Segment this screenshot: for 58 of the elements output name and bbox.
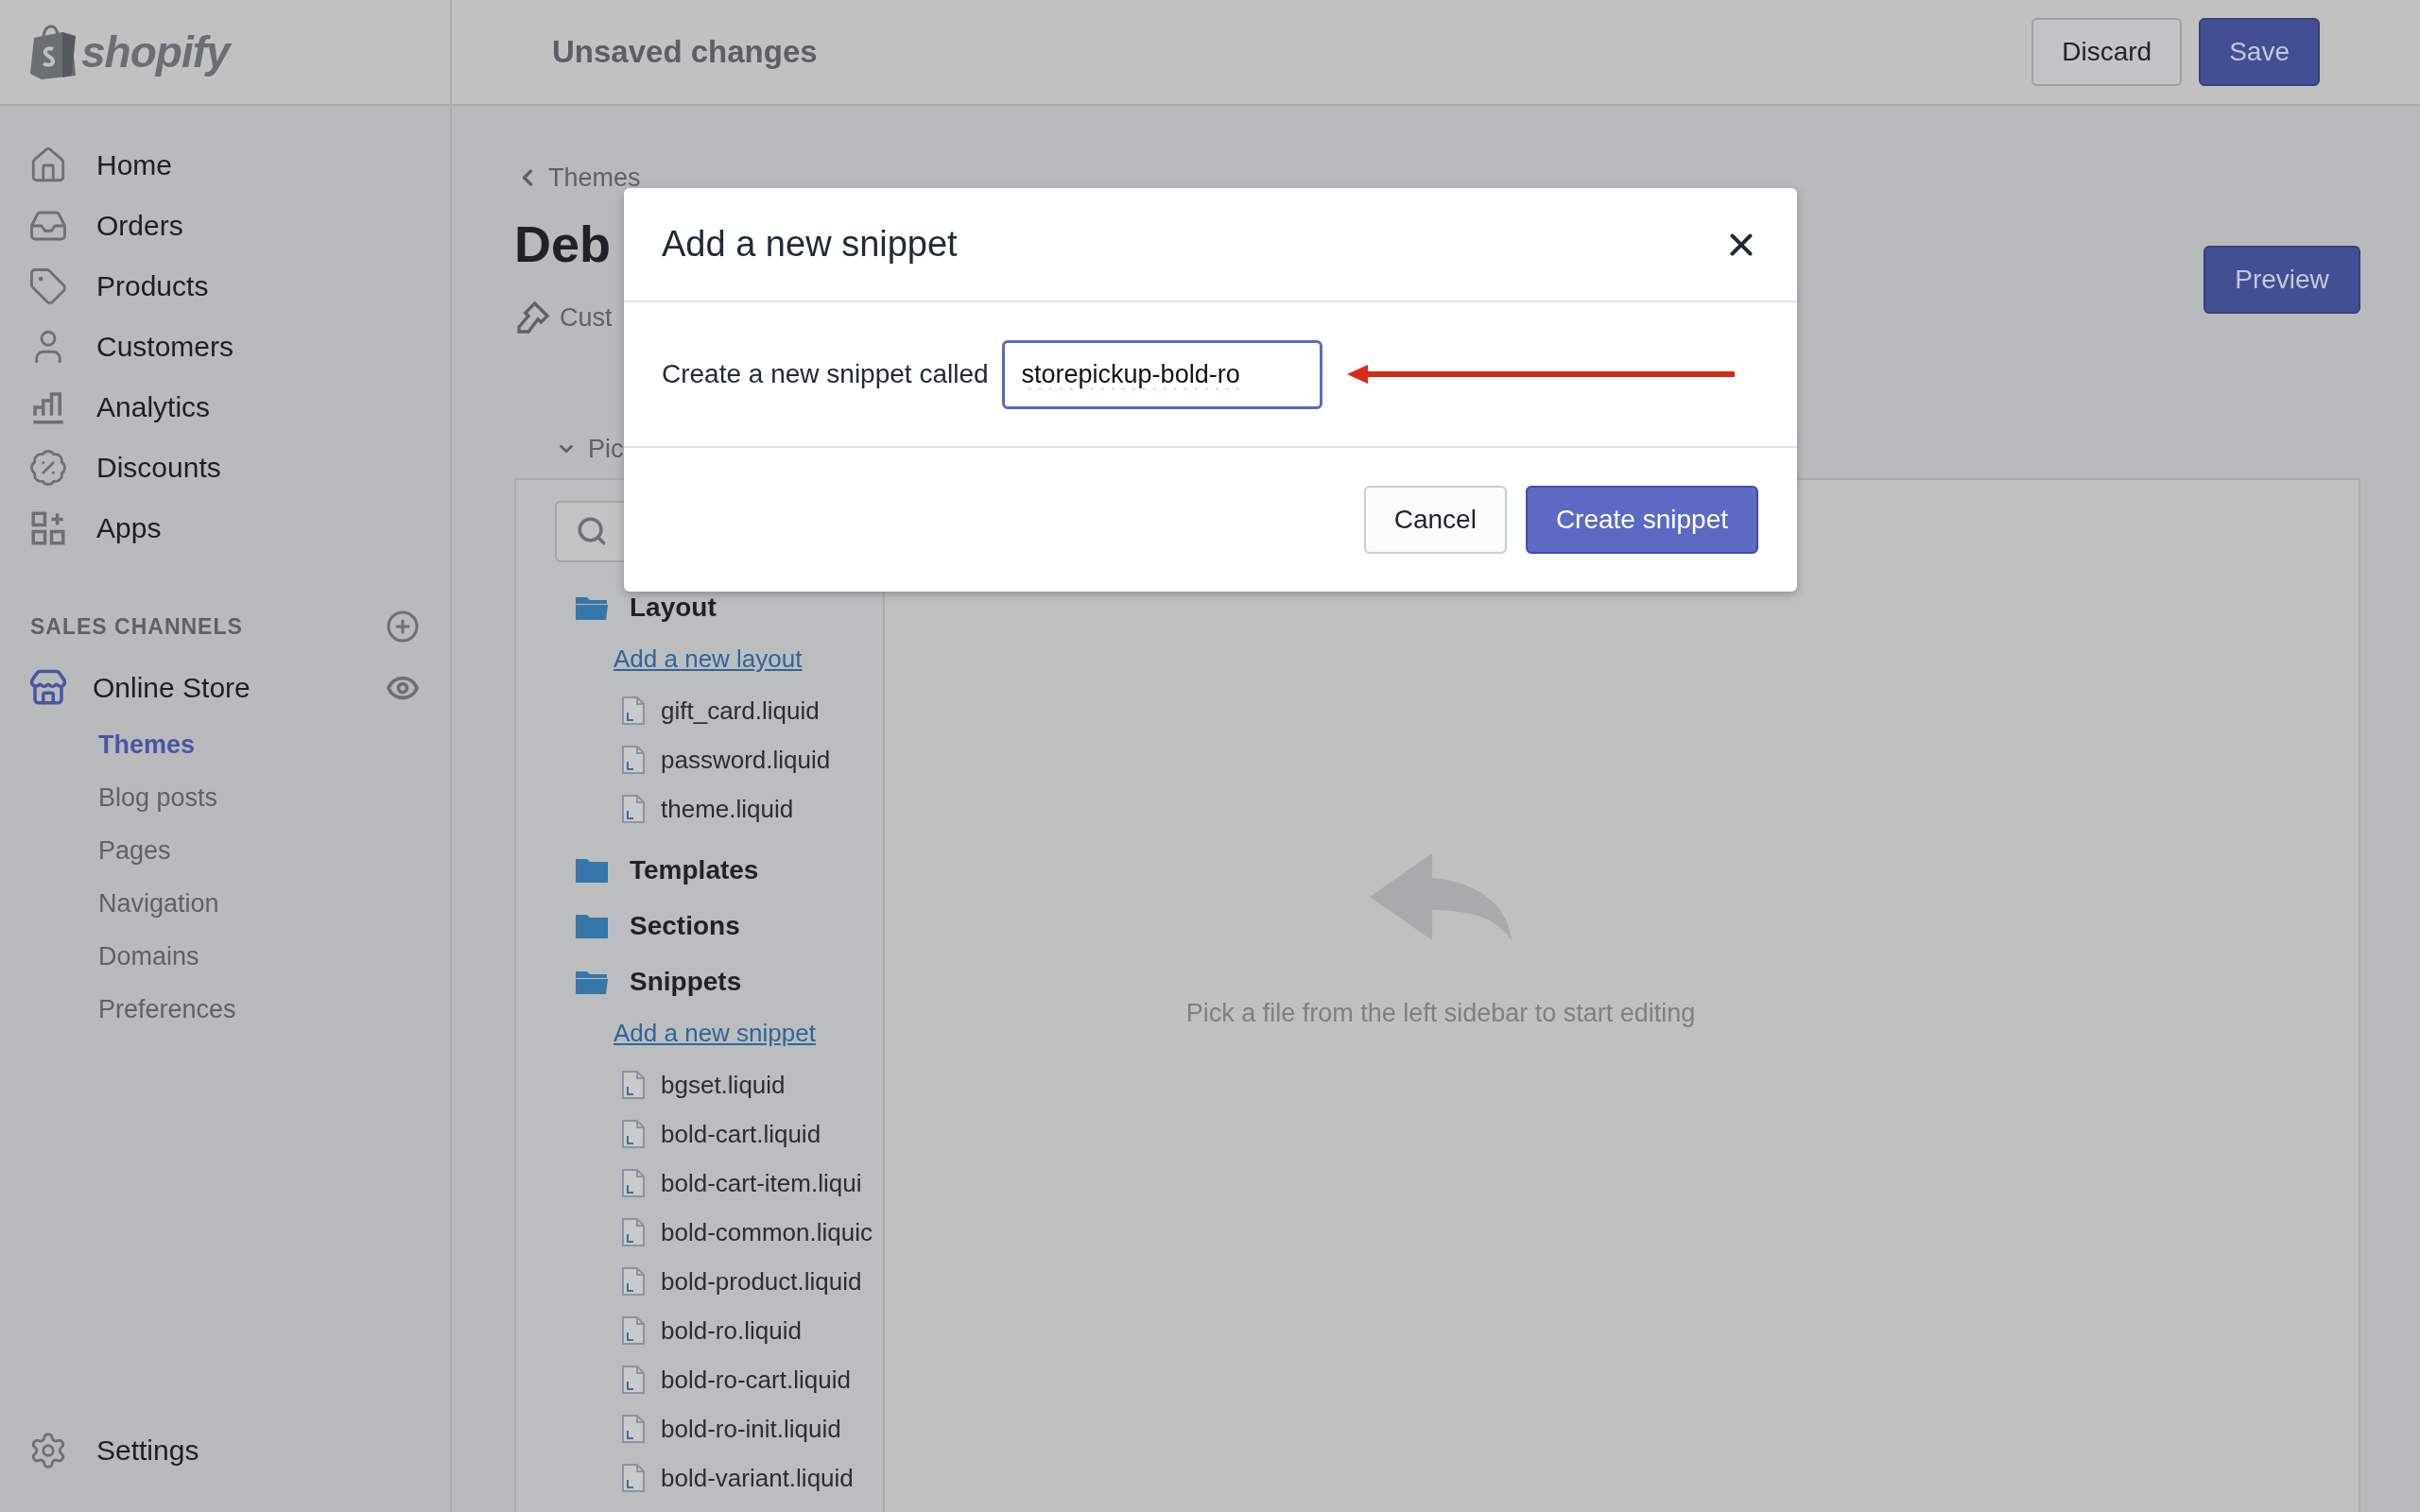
file-icon xyxy=(621,1070,646,1100)
page-status-title: Unsaved changes xyxy=(552,34,819,70)
nav-item[interactable]: Products xyxy=(0,256,450,317)
file-icon xyxy=(621,745,646,776)
folder-item[interactable]: Layout xyxy=(555,579,883,636)
discard-button[interactable]: Discard xyxy=(2031,18,2183,86)
folder-item[interactable]: Sections xyxy=(555,898,883,954)
preview-button[interactable]: Preview xyxy=(2204,246,2360,314)
search-icon xyxy=(576,515,608,548)
empty-state-text: Pick a file from the left sidebar to start editing xyxy=(1185,999,1696,1028)
file-icon xyxy=(621,794,646,825)
folder-icon xyxy=(575,857,609,885)
discount-icon xyxy=(28,448,68,488)
save-button[interactable]: Save xyxy=(2199,18,2320,86)
file-item[interactable]: bold-product.liquid xyxy=(555,1257,883,1306)
create-button[interactable]: Create snippet xyxy=(1525,486,1758,554)
add-icon[interactable] xyxy=(386,610,420,644)
nav-item[interactable]: Home xyxy=(0,135,450,196)
file-item[interactable]: gift_card.liquid xyxy=(555,686,883,736)
settings-item[interactable]: Settings xyxy=(0,1420,450,1481)
file-item[interactable]: bold-cart-item.liqui xyxy=(555,1159,883,1208)
file-item[interactable]: bold-ro.liquid xyxy=(555,1306,883,1355)
folder-icon xyxy=(575,913,609,940)
store-icon xyxy=(28,668,68,708)
file-icon xyxy=(621,1365,646,1395)
field-label: Create a new snippet called xyxy=(662,359,989,389)
section-heading: SALES CHANNELS xyxy=(30,613,243,640)
channel-name[interactable]: Online Store xyxy=(93,672,361,704)
file-item[interactable]: bold-variant.liquid xyxy=(555,1453,883,1503)
file-item[interactable]: password.liquid xyxy=(555,735,883,785)
nav-item[interactable]: Apps xyxy=(0,498,450,558)
dialog-title: Add a new snippet xyxy=(662,224,958,265)
nav-item[interactable]: Orders xyxy=(0,196,450,256)
file-item[interactable]: bold-cart.liquid xyxy=(555,1109,883,1159)
paint-brush-icon xyxy=(514,299,552,336)
file-item[interactable]: bold-common.liquic xyxy=(555,1208,883,1257)
tag-icon xyxy=(28,266,68,306)
folder-item[interactable]: Snippets xyxy=(555,954,883,1010)
file-item[interactable]: bold-ro-init.liquid xyxy=(555,1404,883,1453)
file-icon xyxy=(621,1266,646,1297)
nav-item[interactable]: Customers xyxy=(0,317,450,377)
file-item[interactable]: bgset.liquid xyxy=(555,1060,883,1109)
file-icon xyxy=(621,1315,646,1346)
file-icon xyxy=(621,1463,646,1493)
folder-item[interactable]: Templates xyxy=(555,843,883,899)
nav-item[interactable]: Discounts xyxy=(0,438,450,498)
file-item[interactable]: bold-ro-cart.liquid xyxy=(555,1355,883,1404)
shopping-bag-icon xyxy=(28,25,76,79)
file-icon xyxy=(621,696,646,727)
file-icon xyxy=(621,1168,646,1198)
theme-title: Deb xyxy=(514,215,611,272)
file-icon xyxy=(621,1119,646,1149)
file-icon xyxy=(621,1217,646,1247)
nav-item[interactable]: Analytics xyxy=(0,377,450,438)
snippet-name-field[interactable]: storepickup-bold-ro xyxy=(1001,339,1322,409)
file-item[interactable]: theme.liquid xyxy=(555,784,883,834)
cancel-button[interactable]: Cancel xyxy=(1363,486,1507,554)
file-icon xyxy=(621,1414,646,1444)
